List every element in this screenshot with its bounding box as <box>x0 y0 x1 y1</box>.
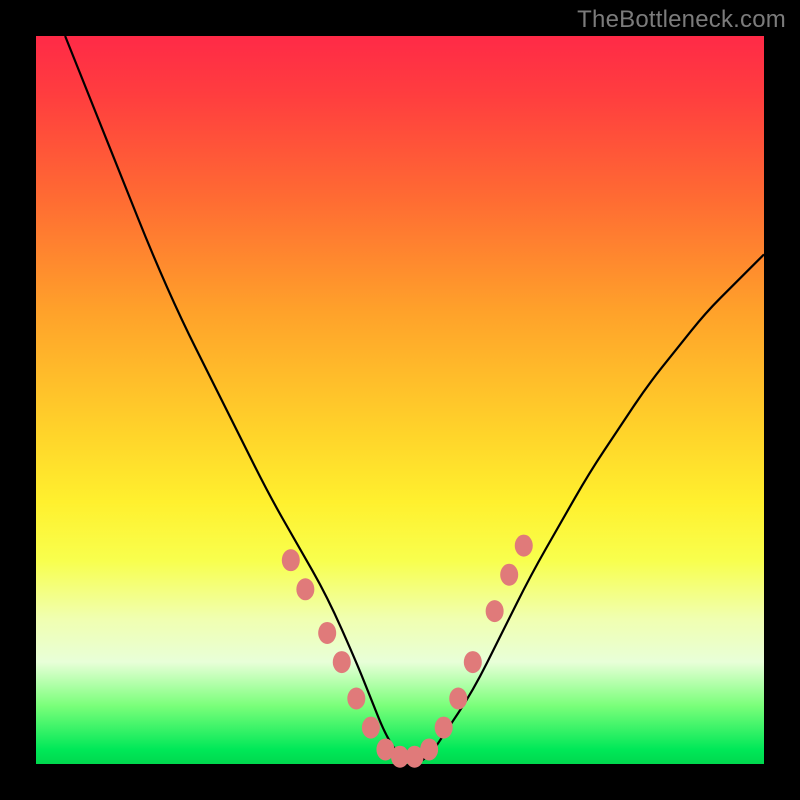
data-marker <box>347 687 365 709</box>
chart-svg <box>36 36 764 764</box>
data-marker <box>500 564 518 586</box>
bottleneck-curve <box>65 36 764 762</box>
data-marker <box>333 651 351 673</box>
data-marker <box>420 738 438 760</box>
data-marker <box>515 535 533 557</box>
watermark-text: TheBottleneck.com <box>577 6 786 34</box>
data-marker <box>486 600 504 622</box>
data-marker <box>435 717 453 739</box>
data-marker <box>282 549 300 571</box>
data-marker <box>296 578 314 600</box>
chart-frame: TheBottleneck.com <box>0 0 800 800</box>
data-marker <box>318 622 336 644</box>
data-markers <box>282 535 533 768</box>
data-marker <box>362 717 380 739</box>
data-marker <box>464 651 482 673</box>
data-marker <box>449 687 467 709</box>
